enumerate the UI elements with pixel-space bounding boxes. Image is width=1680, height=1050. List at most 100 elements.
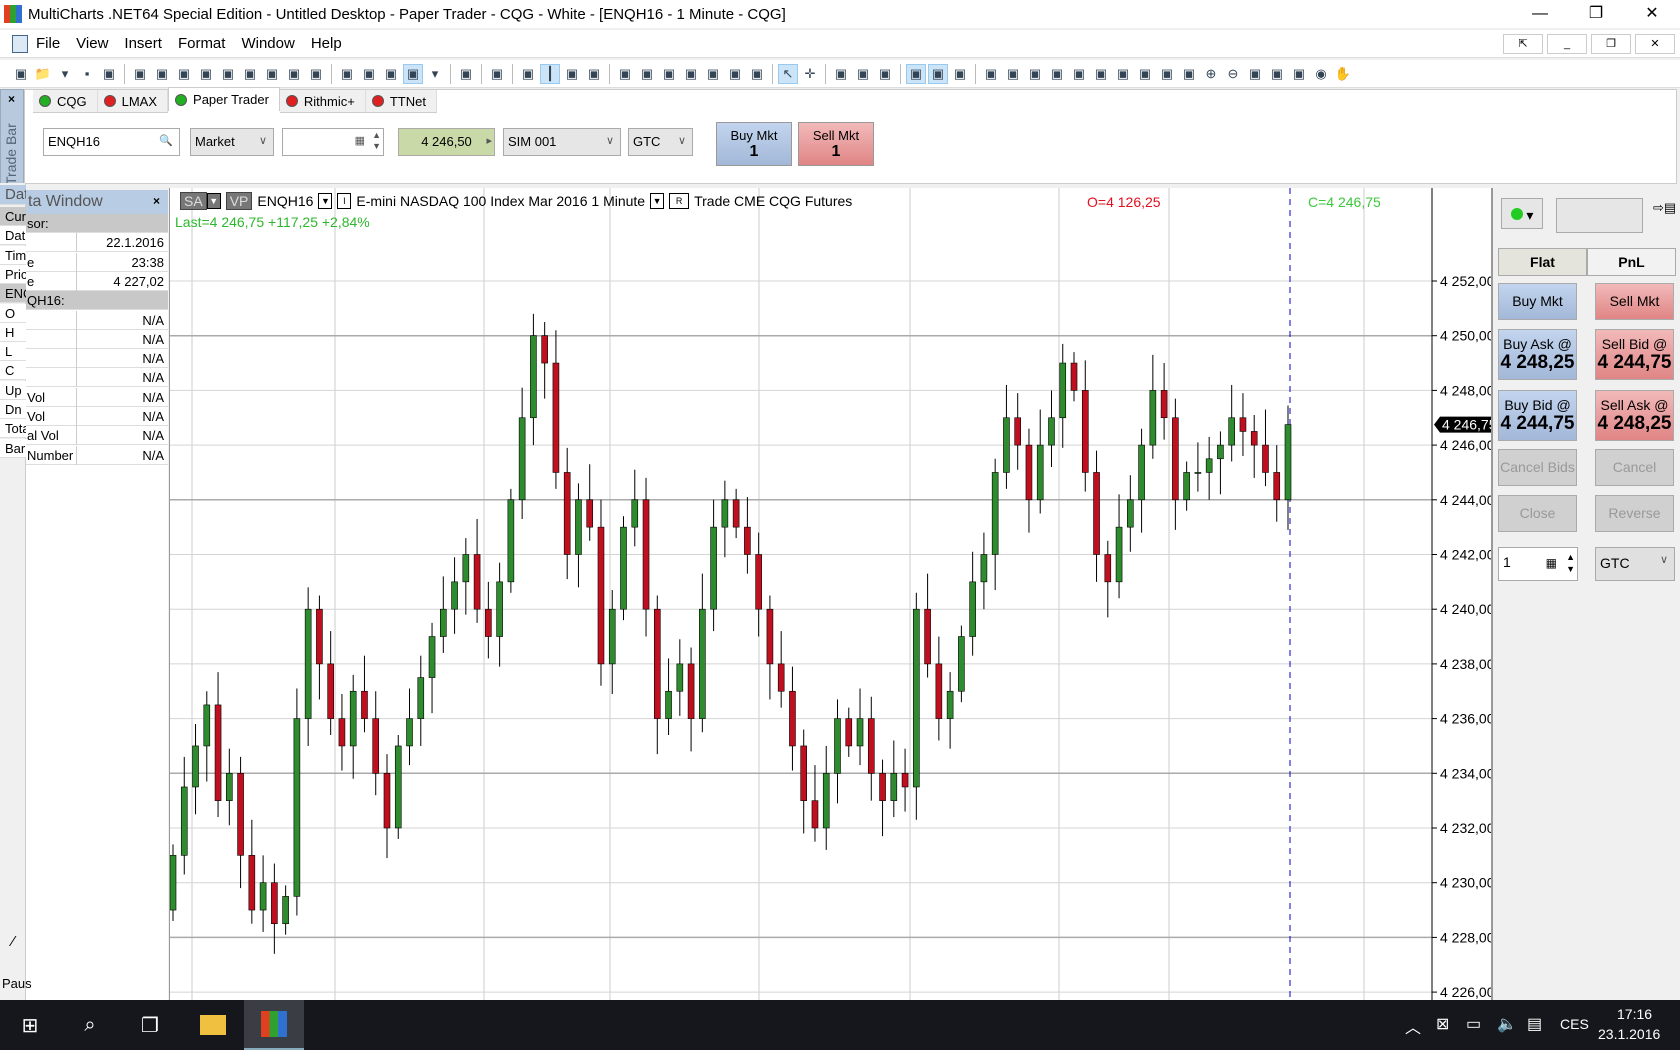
close-workspace-icon[interactable]: ▣ <box>99 64 119 84</box>
scroll-both-icon[interactable]: ▣ <box>1003 64 1023 84</box>
data-window-strip-item[interactable]: Bar <box>0 438 26 458</box>
insert-signal-icon[interactable]: ▣ <box>381 64 401 84</box>
data-window-strip-item[interactable]: H <box>0 322 26 342</box>
mdi-restore-button[interactable]: ❐ <box>1591 34 1631 54</box>
new-settings-icon[interactable]: ▣ <box>306 64 326 84</box>
window-icon[interactable]: ▣ <box>906 63 926 84</box>
close-window-button[interactable]: ✕ <box>1624 0 1680 28</box>
dropdown-icon[interactable]: ▾ <box>425 64 445 84</box>
trade-bar-close-button[interactable]: × <box>8 92 15 106</box>
language-indicator[interactable]: CES <box>1560 1016 1589 1032</box>
volume-icon[interactable]: 🔈 <box>1497 1014 1517 1034</box>
spread-icon[interactable]: ▣ <box>1047 64 1067 84</box>
tif-select[interactable]: GTC ∨ <box>628 128 693 156</box>
file-explorer-icon[interactable] <box>183 1000 243 1050</box>
battery-icon[interactable]: ⊠ <box>1436 1014 1449 1034</box>
new-portfolio-icon[interactable]: ▣ <box>218 64 238 84</box>
sell-bid-button[interactable]: Sell Bid @4 244,75 <box>1595 329 1674 380</box>
down-arrow-icon[interactable]: ▣ <box>1091 64 1111 84</box>
menu-help[interactable]: Help <box>311 35 342 52</box>
new-list-icon[interactable]: ▣ <box>262 64 282 84</box>
trend-icon[interactable]: ▣ <box>875 64 895 84</box>
text-icon[interactable]: ▣ <box>853 64 873 84</box>
symbol-input[interactable]: ENQH16 🔍 <box>43 128 180 156</box>
connection-status-dropdown[interactable]: ▾ <box>1501 198 1543 229</box>
chart-canvas[interactable]: 4 252,00 4 250,00 4 248,00 4 246,00 4 244,00… <box>170 188 1492 1000</box>
dropdown-icon[interactable]: ▾ <box>55 64 75 84</box>
save-icon[interactable]: ▪ <box>77 64 97 84</box>
hollow-candle-icon[interactable]: ▣ <box>562 64 582 84</box>
kagi-icon[interactable]: ▣ <box>703 64 723 84</box>
up-arrow-icon[interactable]: ▣ <box>1069 64 1089 84</box>
chart-trading-icon[interactable]: ▣ <box>928 63 948 84</box>
cancel-bids-button[interactable]: Cancel Bids <box>1498 449 1577 486</box>
new-report-icon[interactable]: ▣ <box>284 64 304 84</box>
arrow-right-icon[interactable]: ▸ <box>486 134 492 147</box>
insert-study-icon[interactable]: ▣ <box>337 64 357 84</box>
zoom-in-icon[interactable]: ⊕ <box>1201 64 1221 84</box>
zoom-out-icon[interactable]: ⊖ <box>1223 64 1243 84</box>
data-window-strip-item[interactable]: Tota <box>0 419 26 439</box>
price-input[interactable]: ▦ ▲ ▼ <box>282 128 384 156</box>
quantity-stepper[interactable]: ▲ ▼ <box>1566 551 1575 575</box>
new-scanner-icon[interactable]: ▣ <box>152 64 172 84</box>
symbol-dropdown[interactable]: ▼ <box>318 193 333 209</box>
cursor-icon[interactable]: ↖ <box>778 63 798 84</box>
detach-panel-icon[interactable]: ⇨▤ <box>1653 200 1676 216</box>
new-chart-icon[interactable]: ▣ <box>130 64 150 84</box>
data-window-strip-item[interactable]: ENQ <box>0 284 26 304</box>
account-dropdown[interactable] <box>1556 198 1643 233</box>
new-dom-icon[interactable]: ▣ <box>174 64 194 84</box>
multicharts-taskbar-icon[interactable] <box>244 1000 304 1050</box>
renko-icon[interactable]: ▣ <box>725 64 745 84</box>
notifications-icon[interactable]: ▤ <box>1527 1014 1542 1034</box>
mdi-minimize-button[interactable]: _ <box>1547 34 1587 54</box>
data-window-strip-item[interactable]: O <box>0 303 26 323</box>
line-chart-icon[interactable]: ▣ <box>584 64 604 84</box>
sa-dropdown[interactable]: ▼ <box>206 193 221 209</box>
candlestick-icon[interactable]: ┃ <box>540 63 560 84</box>
dom-icon[interactable]: ▣ <box>950 64 970 84</box>
mdi-popout-button[interactable]: ⇱ <box>1503 34 1543 54</box>
start-button[interactable]: ⊞ <box>0 1000 60 1050</box>
r-dropdown[interactable]: R <box>669 193 690 209</box>
quantity-input[interactable]: 1 ▦ ▲ ▼ <box>1498 547 1578 581</box>
hand-icon[interactable]: ✋ <box>1333 64 1353 84</box>
insert-drawing-icon[interactable]: ▣ <box>359 64 379 84</box>
mdi-close-button[interactable]: ✕ <box>1635 34 1675 54</box>
new-workspace-icon[interactable]: ▣ <box>11 64 31 84</box>
ohlc-bars-icon[interactable]: ▣ <box>518 64 538 84</box>
hlc-icon[interactable]: ▣ <box>637 64 657 84</box>
resize-down-icon[interactable]: ▣ <box>1179 64 1199 84</box>
menu-view[interactable]: View <box>76 35 108 52</box>
reverse-button[interactable]: Reverse <box>1595 495 1674 532</box>
search-icon[interactable]: 🔍 <box>159 134 173 147</box>
calculator-icon[interactable]: ▦ <box>355 134 365 147</box>
format-window-icon[interactable]: ▣ <box>487 64 507 84</box>
data-window-strip-item[interactable]: Up <box>0 380 26 400</box>
resize-up-icon[interactable]: ▣ <box>1157 64 1177 84</box>
maximize-button[interactable]: ❐ <box>1568 0 1624 28</box>
sa-button[interactable]: SA <box>180 192 207 210</box>
buy-mkt-button[interactable]: Buy Mkt <box>1498 283 1577 320</box>
close-position-button[interactable]: Close <box>1498 495 1577 532</box>
trade-bar-sell-mkt-button[interactable]: Sell Mkt 1 <box>798 122 874 166</box>
dot-bars-icon[interactable]: ▣ <box>615 64 635 84</box>
data-window-strip-item[interactable]: L <box>0 342 26 362</box>
open-icon[interactable]: 📁 <box>33 64 53 84</box>
price-spinner[interactable]: ▲ ▼ <box>372 130 381 152</box>
resolution-dropdown[interactable]: ▼ <box>650 193 665 209</box>
sell-mkt-button[interactable]: Sell Mkt <box>1595 283 1674 320</box>
task-view-button[interactable]: ❐ <box>120 1000 180 1050</box>
data-window-strip-item[interactable]: Dn <box>0 400 26 419</box>
network-icon[interactable]: ▭ <box>1466 1014 1481 1034</box>
menu-window[interactable]: Window <box>241 35 294 52</box>
data-window-strip-item[interactable]: Cur <box>0 207 26 226</box>
tab-ttnet[interactable]: TTNet <box>365 90 437 113</box>
left-arrow-icon[interactable]: ▣ <box>1113 64 1133 84</box>
volume-icon[interactable]: ▣ <box>747 64 767 84</box>
tab-lmax[interactable]: LMAX <box>97 90 169 113</box>
point-figure-icon[interactable]: ▣ <box>681 64 701 84</box>
data-window-strip-item[interactable]: Dat <box>0 226 26 246</box>
redo-icon[interactable]: ▣ <box>1267 64 1287 84</box>
